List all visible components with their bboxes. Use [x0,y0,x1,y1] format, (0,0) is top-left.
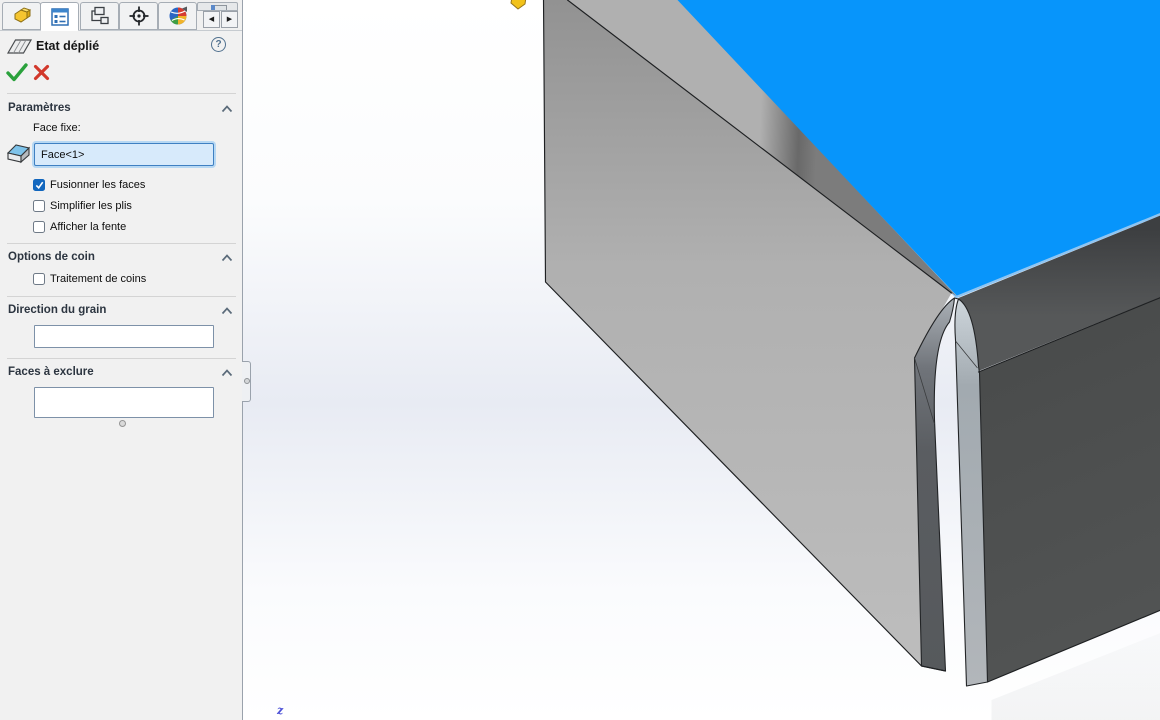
ok-button[interactable] [6,63,28,82]
tab-featuremanager[interactable] [2,2,41,30]
model-canvas [243,0,1160,720]
left-arrow-icon: ◀ [209,16,214,23]
fixed-face-value: Face<1> [41,149,84,161]
manager-tabbar: ◀ ▶ [0,0,242,31]
grain-direction-input[interactable] [34,325,214,348]
check-icon [35,181,44,189]
triad-z-axis-label: z [277,704,291,720]
right-arrow-icon: ▶ [227,16,232,23]
collapse-chevron-icon[interactable] [221,369,233,377]
panel-title: Etat déplié [36,39,99,53]
splitter-grip-icon [244,378,250,384]
part-blocks-icon [10,4,34,28]
checkbox-label: Afficher la fente [50,221,126,233]
panel-resize-handle[interactable] [119,420,126,427]
checkbox-row-afficher-fente[interactable]: Afficher la fente [33,220,126,234]
divider [7,358,236,359]
color-sphere-icon [166,4,190,28]
checkbox-row-fusionner[interactable]: Fusionner les faces [33,178,145,192]
tab-scroll-right-button[interactable]: ▶ [221,11,238,28]
panel-splitter-handle[interactable] [242,361,251,402]
divider [7,243,236,244]
tab-dimxpertmanager[interactable] [119,2,158,30]
tab-displaymanager[interactable] [158,2,197,30]
fixed-face-input[interactable]: Face<1> [34,143,214,166]
checkbox-label: Simplifier les plis [50,200,132,212]
solidworks-window: z [0,0,1160,720]
flat-pattern-icon [6,37,33,56]
collapse-chevron-icon[interactable] [221,254,233,262]
checkbox-label: Traitement de coins [50,273,146,285]
tab-scroll-left-button[interactable]: ◀ [203,11,220,28]
checkbox-row-traitement-coins[interactable]: Traitement de coins [33,272,146,286]
checkbox [33,200,45,212]
section-header-direction-grain[interactable]: Direction du grain [8,304,106,316]
property-form-icon [48,5,72,29]
help-icon[interactable]: ? [211,37,226,52]
section-header-faces-exclure[interactable]: Faces à exclure [8,366,94,378]
faces-exclude-input[interactable] [34,387,214,418]
section-header-parametres[interactable]: Paramètres [8,102,71,114]
tab-overflow-sliver[interactable] [197,2,238,11]
section-header-options-coin[interactable]: Options de coin [8,251,95,263]
collapse-chevron-icon[interactable] [221,307,233,315]
checkbox-label: Fusionner les faces [50,179,145,191]
tab-configurationmanager[interactable] [80,2,119,30]
target-crosshair-icon [127,4,151,28]
collapse-chevron-icon[interactable] [221,105,233,113]
checkbox [33,221,45,233]
checkbox [33,179,45,191]
fixed-face-icon [5,140,32,167]
fixed-face-label: Face fixe: [33,122,81,134]
confirmation-corner-icon[interactable] [509,0,531,10]
property-manager-header: Etat déplié [0,31,242,57]
graphics-viewport[interactable] [243,0,1160,720]
checkbox-row-simplifier[interactable]: Simplifier les plis [33,199,132,213]
hierarchy-icon [88,4,112,28]
cancel-button[interactable] [33,64,50,81]
model-slit-left-edge-face[interactable] [915,298,955,671]
tab-propertymanager[interactable] [40,2,79,31]
divider [7,296,236,297]
property-manager-panel: ◀ ▶ Etat déplié ? [0,0,243,720]
divider [7,93,236,94]
checkbox [33,273,45,285]
